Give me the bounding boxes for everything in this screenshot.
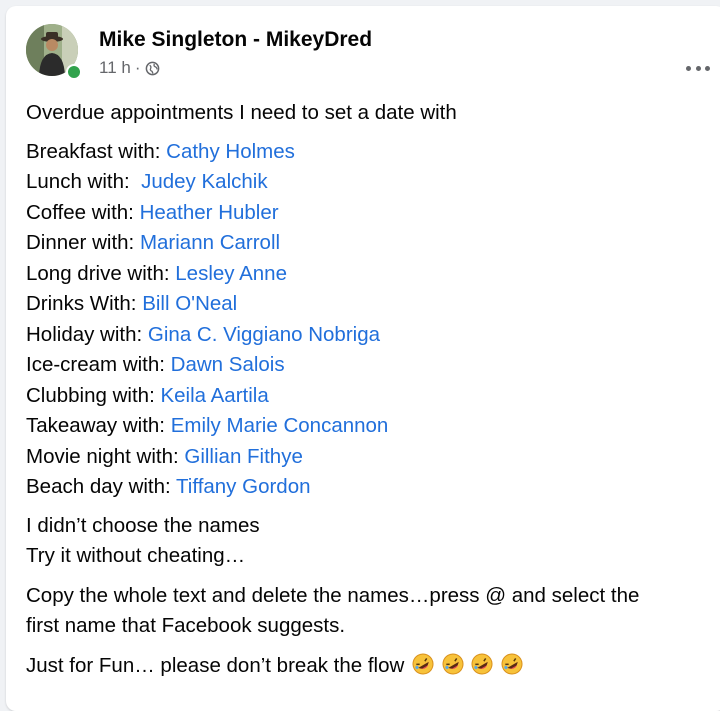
appointment-row: Ice-cream with: Dawn Salois xyxy=(26,350,706,381)
emoji-group xyxy=(410,653,523,677)
rolling-on-floor-laughing-emoji-icon xyxy=(501,653,523,674)
appointment-label: Beach day with: xyxy=(26,475,177,498)
more-dot xyxy=(705,65,710,71)
author-name[interactable]: Mike Singleton - MikeyDred xyxy=(99,28,372,52)
post-meta: 11 h · xyxy=(99,58,160,78)
appointment-label: Dinner with: xyxy=(26,231,140,254)
globe-icon[interactable] xyxy=(145,61,160,76)
appointment-label: Lunch with: xyxy=(26,170,142,193)
mention-link[interactable]: Judey Kalchik xyxy=(141,170,267,193)
mention-link[interactable]: Tiffany Gordon xyxy=(176,475,310,498)
more-dot xyxy=(695,65,701,71)
appointment-row: Holiday with: Gina C. Viggiano Nobriga xyxy=(26,320,706,351)
appointment-label: Breakfast with: xyxy=(26,139,167,163)
appointment-row: Movie night with: Gillian Fithye xyxy=(26,442,706,473)
more-options-icon[interactable] xyxy=(686,64,710,72)
instructions-line: first name that Facebook suggests. xyxy=(26,614,346,637)
post-header: Mike Singleton - MikeyDred 11 h · xyxy=(26,24,720,84)
closing-paragraph: Just for Fun… please don’t break the flo… xyxy=(26,651,706,682)
appointment-label: Ice-cream with: xyxy=(26,353,171,376)
instructions-line: Copy the whole text and delete the names… xyxy=(26,583,640,607)
mention-link[interactable]: Bill O'Neal xyxy=(142,292,237,315)
appointment-label: Coffee with: xyxy=(26,200,140,224)
mention-link[interactable]: Gillian Fithye xyxy=(184,445,303,468)
rolling-on-floor-laughing-emoji-icon xyxy=(412,653,434,674)
appointment-row: Dinner with: Mariann Carroll xyxy=(26,228,706,259)
mention-link[interactable]: Heather Hubler xyxy=(140,201,279,224)
more-dot xyxy=(686,65,691,71)
meta-separator: · xyxy=(134,58,141,77)
mention-link[interactable]: Keila Aartila xyxy=(160,384,268,407)
appointment-label: Long drive with: xyxy=(26,261,176,285)
appointment-label: Clubbing with: xyxy=(26,383,161,407)
post-intro: Overdue appointments I need to set a dat… xyxy=(26,101,457,124)
appointment-row: Clubbing with: Keila Aartila xyxy=(26,381,706,412)
appointment-label: Takeaway with: xyxy=(26,414,171,437)
appointment-list: Breakfast with: Cathy Holmes Lunch with:… xyxy=(26,137,706,503)
post-card: Mike Singleton - MikeyDred 11 h · Overdu… xyxy=(6,6,720,711)
appointment-row: Lunch with: Judey Kalchik xyxy=(26,167,706,198)
appointment-label: Holiday with: xyxy=(26,322,148,346)
appointment-row: Breakfast with: Cathy Holmes xyxy=(26,137,706,168)
mention-link[interactable]: Cathy Holmes xyxy=(166,140,295,163)
post-body: Overdue appointments I need to set a dat… xyxy=(26,98,706,690)
appointment-row: Coffee with: Heather Hubler xyxy=(26,198,706,229)
mention-link[interactable]: Emily Marie Concannon xyxy=(171,414,389,437)
appointment-row: Drinks With: Bill O'Neal xyxy=(26,289,706,320)
appointment-row: Beach day with: Tiffany Gordon xyxy=(26,472,706,503)
note-line: I didn’t choose the names xyxy=(26,513,260,537)
instructions-paragraph: Copy the whole text and delete the names… xyxy=(26,581,706,642)
rolling-on-floor-laughing-emoji-icon xyxy=(471,653,493,674)
online-status-dot xyxy=(66,64,82,80)
mention-link[interactable]: Gina C. Viggiano Nobriga xyxy=(148,323,380,346)
appointment-label: Movie night with: xyxy=(26,444,185,468)
note-line: Try it without cheating… xyxy=(26,544,246,567)
appointment-row: Takeaway with: Emily Marie Concannon xyxy=(26,411,706,442)
mention-link[interactable]: Dawn Salois xyxy=(171,353,285,376)
appointment-row: Long drive with: Lesley Anne xyxy=(26,259,706,290)
mention-link[interactable]: Lesley Anne xyxy=(175,262,287,285)
rolling-on-floor-laughing-emoji-icon xyxy=(442,653,464,674)
note-paragraph: I didn’t choose the names Try it without… xyxy=(26,511,706,572)
appointment-label: Drinks With: xyxy=(26,292,143,315)
post-time[interactable]: 11 h xyxy=(99,58,131,78)
mention-link[interactable]: Mariann Carroll xyxy=(140,231,280,254)
closing-text: Just for Fun… please don’t break the flo… xyxy=(26,653,405,677)
